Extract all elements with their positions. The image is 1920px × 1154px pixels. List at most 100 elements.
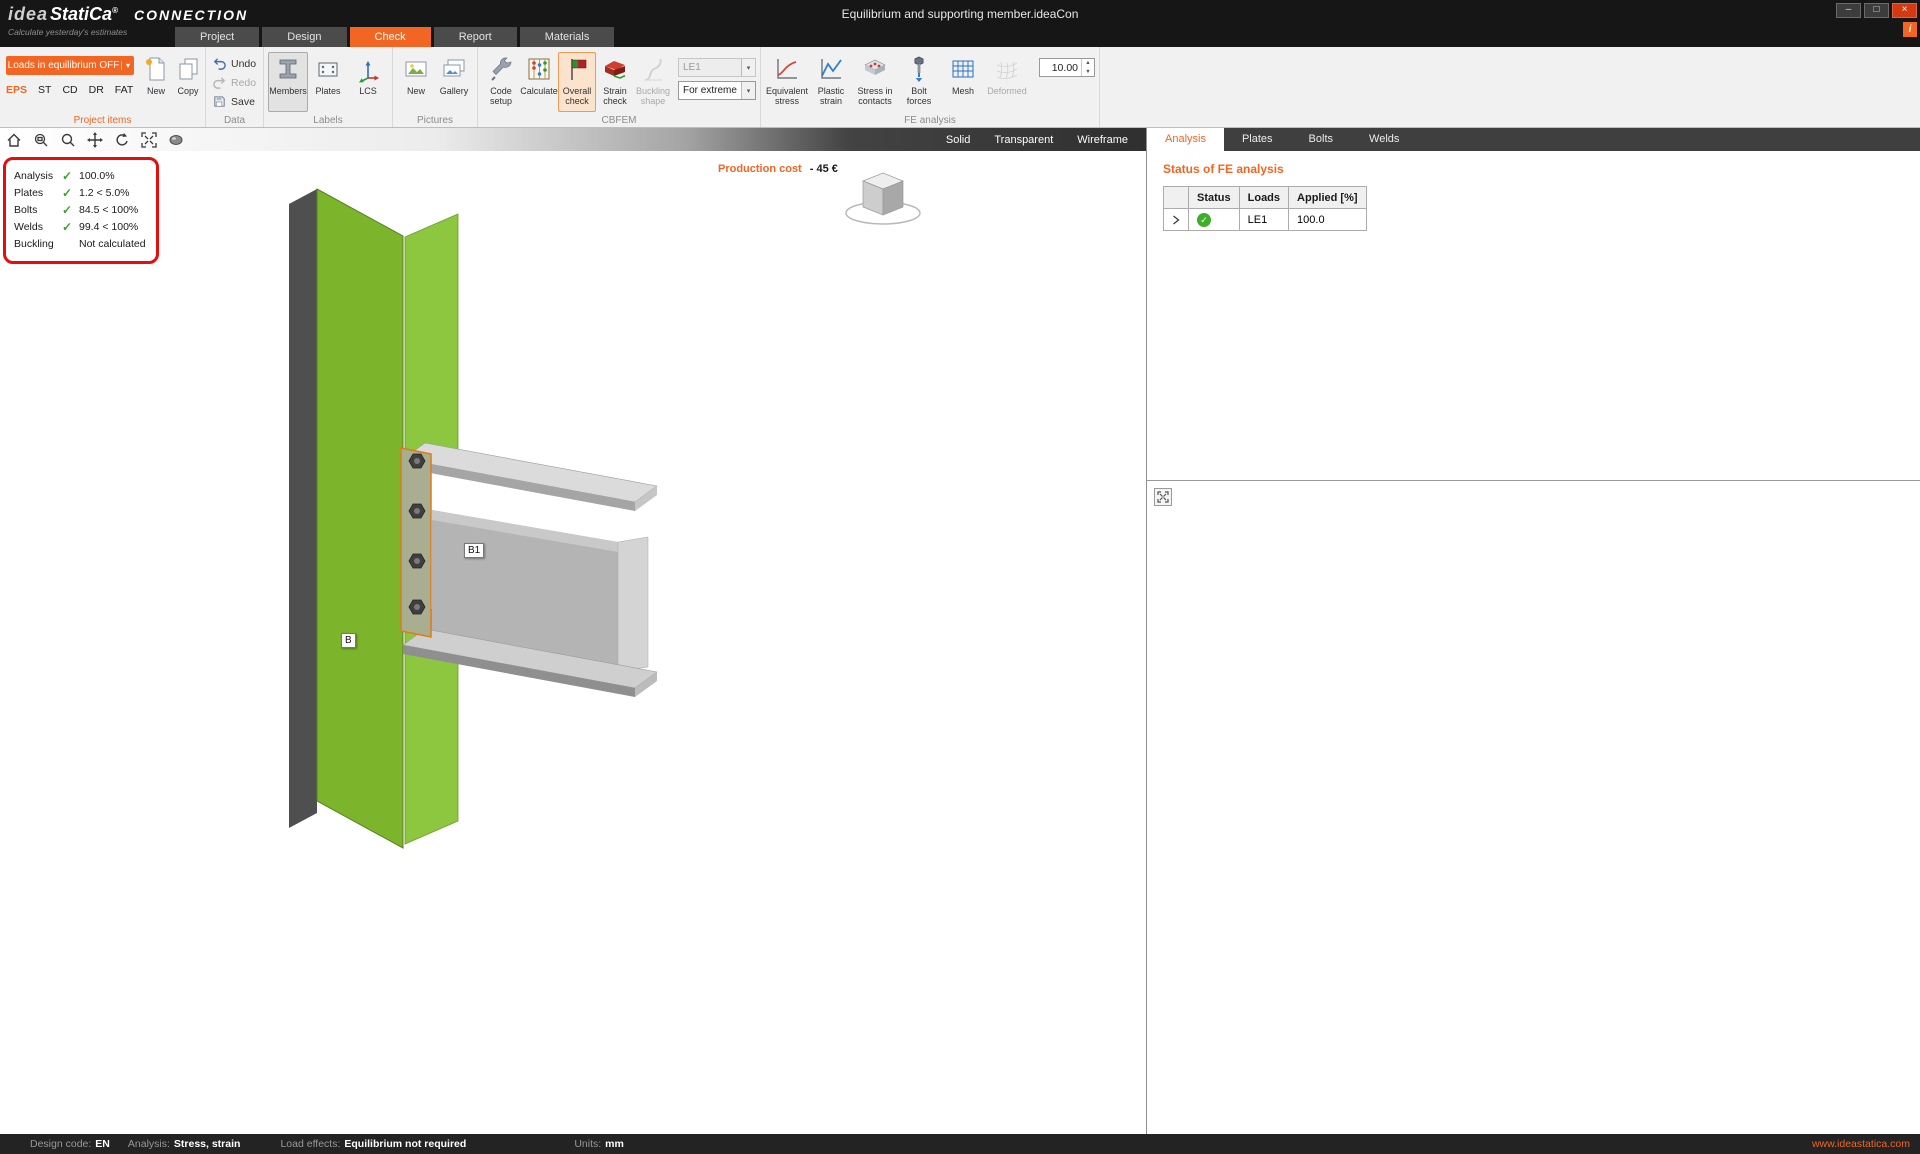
- tab-project[interactable]: Project: [175, 27, 259, 47]
- save-button[interactable]: Save: [210, 93, 259, 110]
- lcs-labels-button[interactable]: LCS: [348, 52, 388, 112]
- 3d-canvas[interactable]: Analysis ✓ 100.0% Plates ✓ 1.2 < 5.0% Bo…: [0, 151, 1146, 1134]
- close-button[interactable]: ×: [1892, 3, 1917, 18]
- new-picture-icon: [402, 55, 430, 83]
- mode-fat[interactable]: FAT: [115, 84, 133, 96]
- new-project-item-button[interactable]: New: [140, 52, 172, 112]
- load-case-select[interactable]: LE1 ▾: [678, 58, 756, 77]
- ribbon-spacer: [1100, 47, 1920, 127]
- undo-button[interactable]: Undo: [210, 55, 259, 72]
- group-label-pictures: Pictures: [393, 114, 477, 127]
- ribbon-group-project-items: Loads in equilibrium OFF ▾ EPS ST CD DR …: [0, 47, 206, 127]
- spin-down-icon[interactable]: ▼: [1082, 68, 1094, 77]
- check-icon: ✓: [62, 186, 79, 200]
- plastic-strain-button[interactable]: Plastic strain: [809, 52, 853, 112]
- members-labels-button[interactable]: Members: [268, 52, 308, 112]
- mode-st[interactable]: ST: [38, 84, 51, 96]
- tab-plates[interactable]: Plates: [1224, 128, 1291, 151]
- title-bar: idea StatiCa® CONNECTION Calculate yeste…: [0, 0, 1920, 47]
- beam-label: B1: [464, 543, 484, 558]
- maximize-button[interactable]: □: [1864, 3, 1889, 18]
- navigation-cube[interactable]: [846, 173, 920, 224]
- logo-idea: idea: [8, 4, 48, 25]
- zoom-window-icon: [32, 131, 50, 149]
- loads-cell: LE1: [1239, 209, 1288, 231]
- extreme-filter-select[interactable]: For extreme ▾: [678, 81, 756, 100]
- ribbon-group-pictures: New Gallery Pictures: [393, 47, 478, 127]
- 3d-model-view[interactable]: [0, 151, 1146, 1134]
- loads-in-equilibrium-toggle[interactable]: Loads in equilibrium OFF ▾: [6, 56, 134, 75]
- redo-button[interactable]: Redo: [210, 74, 259, 91]
- fe-analysis-header: Status of FE analysis: [1163, 162, 1904, 176]
- rotate-button[interactable]: [108, 128, 135, 151]
- tab-materials[interactable]: Materials: [520, 27, 615, 47]
- plates-labels-button[interactable]: Plates: [308, 52, 348, 112]
- calculate-button[interactable]: Calculate: [520, 52, 558, 112]
- gallery-button[interactable]: Gallery: [435, 52, 473, 112]
- check-flag-icon: [563, 55, 591, 83]
- info-button[interactable]: i: [1903, 22, 1917, 37]
- workspace: Solid Transparent Wireframe: [0, 128, 1920, 1134]
- magnifier-icon: [59, 131, 77, 149]
- ribbon-group-labels: Members Plates LCS Labels: [264, 47, 393, 127]
- equivalent-stress-button[interactable]: Equivalent stress: [765, 52, 809, 112]
- stress-curve-icon: [773, 55, 801, 83]
- home-icon: [5, 131, 23, 149]
- bolt-icon: [905, 55, 933, 83]
- col-loads: Loads: [1239, 187, 1288, 209]
- buckling-shape-button[interactable]: Buckling shape: [634, 52, 672, 112]
- tab-bolts[interactable]: Bolts: [1291, 128, 1351, 151]
- copy-project-item-button[interactable]: Copy: [172, 52, 204, 112]
- view-mode-wireframe[interactable]: Wireframe: [1077, 134, 1128, 146]
- coordinate-axes-icon: [354, 55, 382, 83]
- zoom-button[interactable]: [54, 128, 81, 151]
- view-mode-solid[interactable]: Solid: [946, 134, 970, 146]
- expand-pane-button[interactable]: [1154, 488, 1172, 506]
- table-row[interactable]: ✓ LE1 100.0: [1164, 209, 1367, 231]
- mode-cd[interactable]: CD: [62, 84, 77, 96]
- strain-check-button[interactable]: Strain check: [596, 52, 634, 112]
- result-row-welds: Welds ✓ 99.4 < 100%: [14, 218, 146, 235]
- mode-eps[interactable]: EPS: [6, 84, 27, 96]
- deformed-button[interactable]: Deformed: [985, 52, 1029, 112]
- viewport-toolbar: Solid Transparent Wireframe: [0, 128, 1146, 151]
- view-mode-transparent[interactable]: Transparent: [994, 134, 1053, 146]
- minimize-button[interactable]: –: [1836, 3, 1861, 18]
- beam-member[interactable]: [403, 443, 657, 697]
- tab-report[interactable]: Report: [434, 27, 517, 47]
- strain-blocks-icon: [601, 55, 629, 83]
- spin-up-icon[interactable]: ▲: [1082, 59, 1094, 68]
- zoom-fit-button[interactable]: [135, 128, 162, 151]
- tab-analysis[interactable]: Analysis: [1147, 128, 1224, 151]
- tab-design[interactable]: Design: [262, 27, 346, 47]
- deformed-scale-input[interactable]: 10.00 ▲ ▼: [1039, 58, 1095, 77]
- wrench-icon: [487, 55, 515, 83]
- mesh-button[interactable]: Mesh: [941, 52, 985, 112]
- chevron-down-icon: ▾: [741, 59, 755, 76]
- chevron-down-icon: ▾: [121, 61, 134, 70]
- website-link[interactable]: www.ideastatica.com: [1812, 1138, 1920, 1150]
- status-ok-icon: ✓: [1197, 213, 1211, 227]
- expander-header: [1164, 187, 1189, 209]
- overall-check-button[interactable]: Overall check: [558, 52, 596, 112]
- save-icon: [212, 94, 227, 109]
- stress-in-contacts-button[interactable]: Stress in contacts: [853, 52, 897, 112]
- chevron-down-icon: ▾: [741, 82, 755, 99]
- new-picture-button[interactable]: New: [397, 52, 435, 112]
- tab-welds[interactable]: Welds: [1351, 128, 1417, 151]
- mode-dr[interactable]: DR: [89, 84, 104, 96]
- row-expander[interactable]: [1164, 209, 1189, 231]
- code-setup-button[interactable]: Code setup: [482, 52, 520, 112]
- home-view-button[interactable]: [0, 128, 27, 151]
- group-label-data: Data: [206, 114, 263, 127]
- col-status: Status: [1189, 187, 1240, 209]
- tab-check[interactable]: Check: [350, 27, 431, 47]
- abacus-icon: [525, 55, 553, 83]
- zoom-window-button[interactable]: [27, 128, 54, 151]
- result-row-analysis: Analysis ✓ 100.0%: [14, 167, 146, 184]
- bolt-forces-button[interactable]: Bolt forces: [897, 52, 941, 112]
- display-style-button[interactable]: [162, 128, 189, 151]
- plate-icon: [314, 55, 342, 83]
- pan-button[interactable]: [81, 128, 108, 151]
- analysis-type-status: Analysis: Stress, strain: [128, 1138, 241, 1150]
